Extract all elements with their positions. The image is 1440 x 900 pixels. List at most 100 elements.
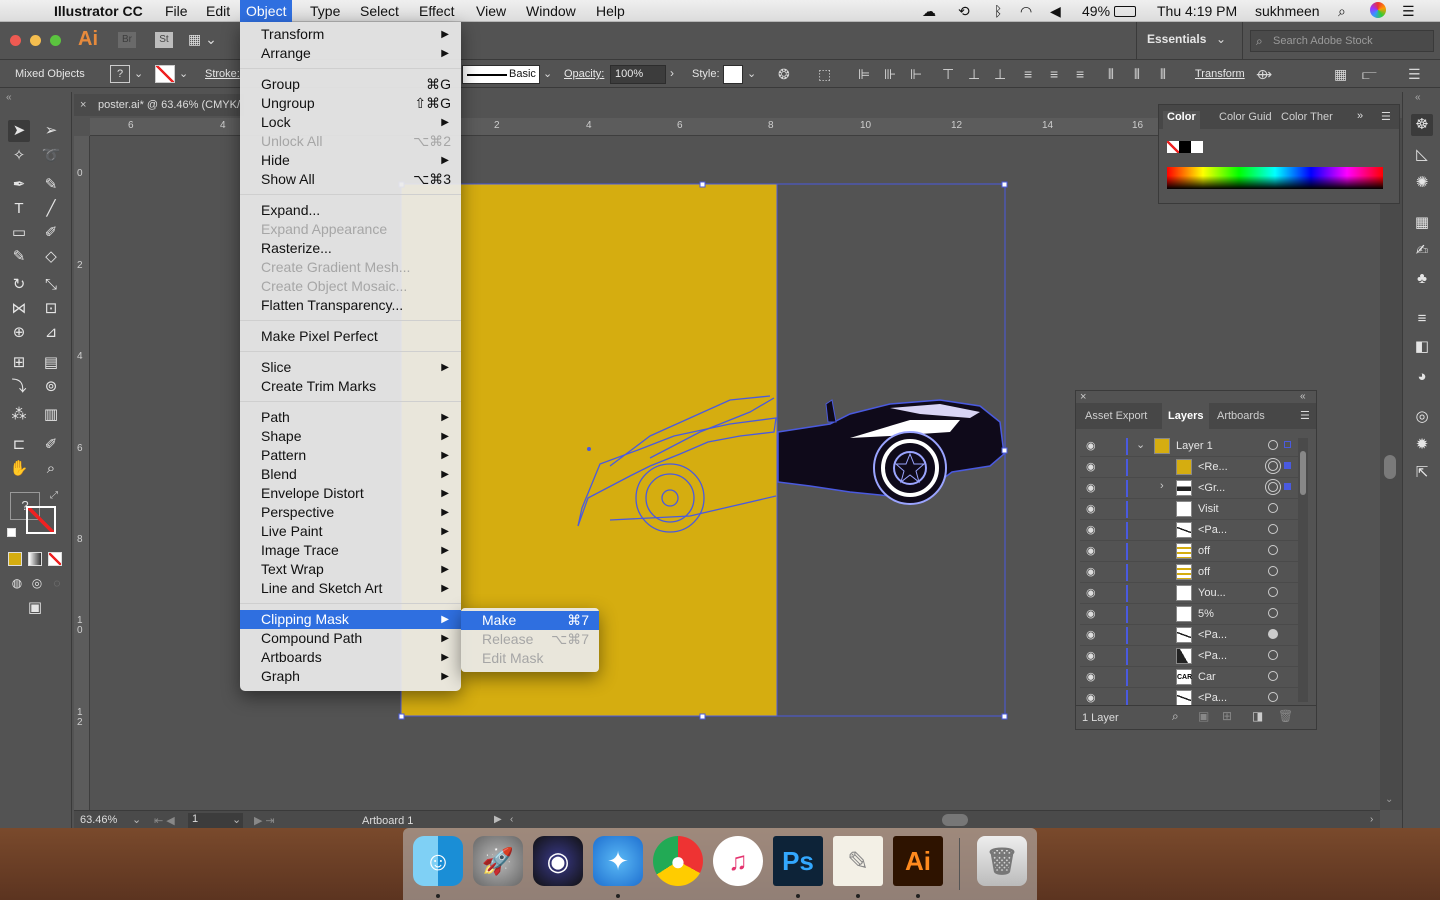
clipping-mask-icon[interactable]: ▣ [1198,709,1209,723]
sublayer-row[interactable]: ◉ 5% [1080,604,1304,625]
align-vcenter-icon[interactable]: ⊥ [968,67,980,81]
transparency-icon[interactable]: ◕ [1411,366,1433,388]
sublayer-row[interactable]: ◉ <Pa... [1080,646,1304,667]
menu-type[interactable]: Type [310,2,340,20]
arrange-documents-icon[interactable]: ▦ ⌄ [188,31,217,48]
layer-name[interactable]: Car [1198,671,1216,683]
graph-tool-icon[interactable]: ▥ [40,404,62,426]
visibility-eye-icon[interactable]: ◉ [1086,502,1096,515]
menu-view[interactable]: View [476,2,506,20]
selection-indicator[interactable] [1284,441,1291,448]
rectangle-tool-icon[interactable]: ▭ [8,222,30,244]
scrollbar-thumb[interactable] [1384,455,1396,479]
menu-window[interactable]: Window [526,2,576,20]
width-tool-icon[interactable]: ⋈ [8,298,30,320]
symbols-icon[interactable]: ♣ [1411,268,1433,290]
sublayer-row[interactable]: ◉ Visit [1080,499,1304,520]
menu-item-clipping-mask[interactable]: Clipping Mask ▶ [240,610,461,629]
chevron-down-icon[interactable]: ⌄ [179,67,188,80]
chevron-down-icon[interactable]: ⌄ [1385,794,1393,805]
chevron-right-icon[interactable]: › [1160,480,1164,492]
menu-item-flatten-transparency[interactable]: Flatten Transparency... [240,296,461,315]
menu-item-graph[interactable]: Graph ▶ [240,667,461,686]
free-transform-tool-icon[interactable]: ⊡ [40,298,62,320]
siri-app-icon[interactable]: ◉ [533,836,583,886]
color-panel-icon[interactable]: ☸ [1411,114,1433,136]
sublayer-row[interactable]: ◉ CAR Car [1080,667,1304,688]
chevron-down-icon[interactable]: ⌄ [132,813,141,826]
first-artboard-icon[interactable]: ⇤ ◀ [154,814,175,827]
zoom-level[interactable]: 63.46% [80,814,117,826]
menu-select[interactable]: Select [360,2,399,20]
menu-item-make-pixel-perfect[interactable]: Make Pixel Perfect [240,327,461,346]
opacity-input[interactable]: 100% [610,65,666,84]
graphic-style-swatch[interactable] [723,65,743,84]
close-icon[interactable]: × [80,94,86,116]
visibility-eye-icon[interactable]: ◉ [1086,628,1096,641]
tab-artboards[interactable]: Artboards [1217,410,1265,422]
menu-item-artboards[interactable]: Artboards ▶ [240,648,461,667]
target-icon[interactable] [1268,545,1278,555]
menu-item-blend[interactable]: Blend ▶ [240,465,461,484]
rotate-tool-icon[interactable]: ↻ [8,274,30,296]
bridge-button[interactable]: Br [118,32,136,48]
align-to-selection-icon[interactable]: ⬚ [818,67,831,81]
target-icon[interactable] [1268,650,1278,660]
distribute-left-icon[interactable]: ⫴ [1108,67,1114,81]
next-artboard-icon[interactable]: ▶ ⇥ [254,814,275,827]
asset-export-icon[interactable]: ⇱ [1411,462,1433,484]
status-menu-icon[interactable]: ▶ [494,814,502,825]
visibility-eye-icon[interactable]: ◉ [1086,586,1096,599]
chevron-down-icon[interactable]: ⌄ [747,67,756,80]
layer-name[interactable]: <Pa... [1198,650,1227,662]
visibility-eye-icon[interactable]: ◉ [1086,607,1096,620]
stroke-label[interactable]: Stroke: [205,68,240,80]
target-icon[interactable] [1268,587,1278,597]
layer-row[interactable]: ◉ ⌄ Layer 1 [1080,436,1304,457]
chevron-down-icon[interactable]: ⌄ [543,67,552,80]
menu-item-text-wrap[interactable]: Text Wrap ▶ [240,560,461,579]
chevron-right-icon[interactable]: › [670,66,674,80]
stock-button[interactable]: St [155,32,173,48]
recolor-artwork-icon[interactable]: ❂ [778,67,790,81]
tab-color-guide[interactable]: Color Guid [1219,111,1272,123]
menu-item-slice[interactable]: Slice ▶ [240,358,461,377]
panel-menu-icon[interactable]: ☰ [1300,409,1310,422]
layer-name[interactable]: 5% [1198,608,1214,620]
distribute-hcenter-icon[interactable]: ⫴ [1134,67,1140,81]
safari-icon[interactable]: ✦ [593,836,643,886]
scroll-left-icon[interactable]: ‹ [510,814,513,825]
gradient-panel-icon[interactable]: ◧ [1411,336,1433,358]
launchpad-icon[interactable]: 🚀 [473,836,523,886]
collapse-icon[interactable]: « [6,92,12,103]
new-sublayer-icon[interactable]: ⊞ [1222,709,1232,723]
locate-object-icon[interactable]: ⌕ [1172,709,1179,724]
visibility-eye-icon[interactable]: ◉ [1086,565,1096,578]
brush-definition[interactable]: Basic [462,65,540,84]
panel-menu-icon[interactable]: ☰ [1408,67,1421,81]
eraser-tool-icon[interactable]: ◇ [40,246,62,268]
target-icon[interactable] [1268,461,1278,471]
car-silhouette[interactable] [777,399,1005,505]
brushes-icon[interactable]: ✍ [1411,240,1433,262]
layer-name[interactable]: Visit [1198,503,1219,515]
menu-item-show-all[interactable]: Show All ⌥⌘3 [240,170,461,189]
swap-colors-icon[interactable]: ⤢ [50,490,58,501]
trash-dock-icon[interactable]: 🗑 [977,836,1027,886]
volume-icon[interactable]: ◀ [1050,2,1061,20]
white-swatch[interactable] [1191,141,1203,153]
hand-tool-icon[interactable]: ✋ [8,458,30,480]
selection-tool-icon[interactable]: ➤ [8,120,30,142]
arrange-icon[interactable]: ⫍ [1362,67,1377,81]
battery-icon[interactable] [1114,6,1136,17]
wifi-icon[interactable]: ◠ [1020,2,1032,20]
tab-layers[interactable]: Layers [1162,403,1210,429]
trash-icon[interactable]: 🗑 [1278,709,1293,723]
finder-icon[interactable]: ☺ [413,836,463,886]
eyedropper-tool-icon[interactable]: ⤵ [8,376,30,398]
direct-selection-tool-icon[interactable]: ➢ [40,120,62,142]
align-hcenter-icon[interactable]: ⊪ [884,67,896,81]
color-spectrum[interactable] [1167,167,1383,189]
graphic-styles-icon[interactable]: ✹ [1411,434,1433,456]
zoom-tool-icon[interactable]: ⌕ [40,458,62,480]
